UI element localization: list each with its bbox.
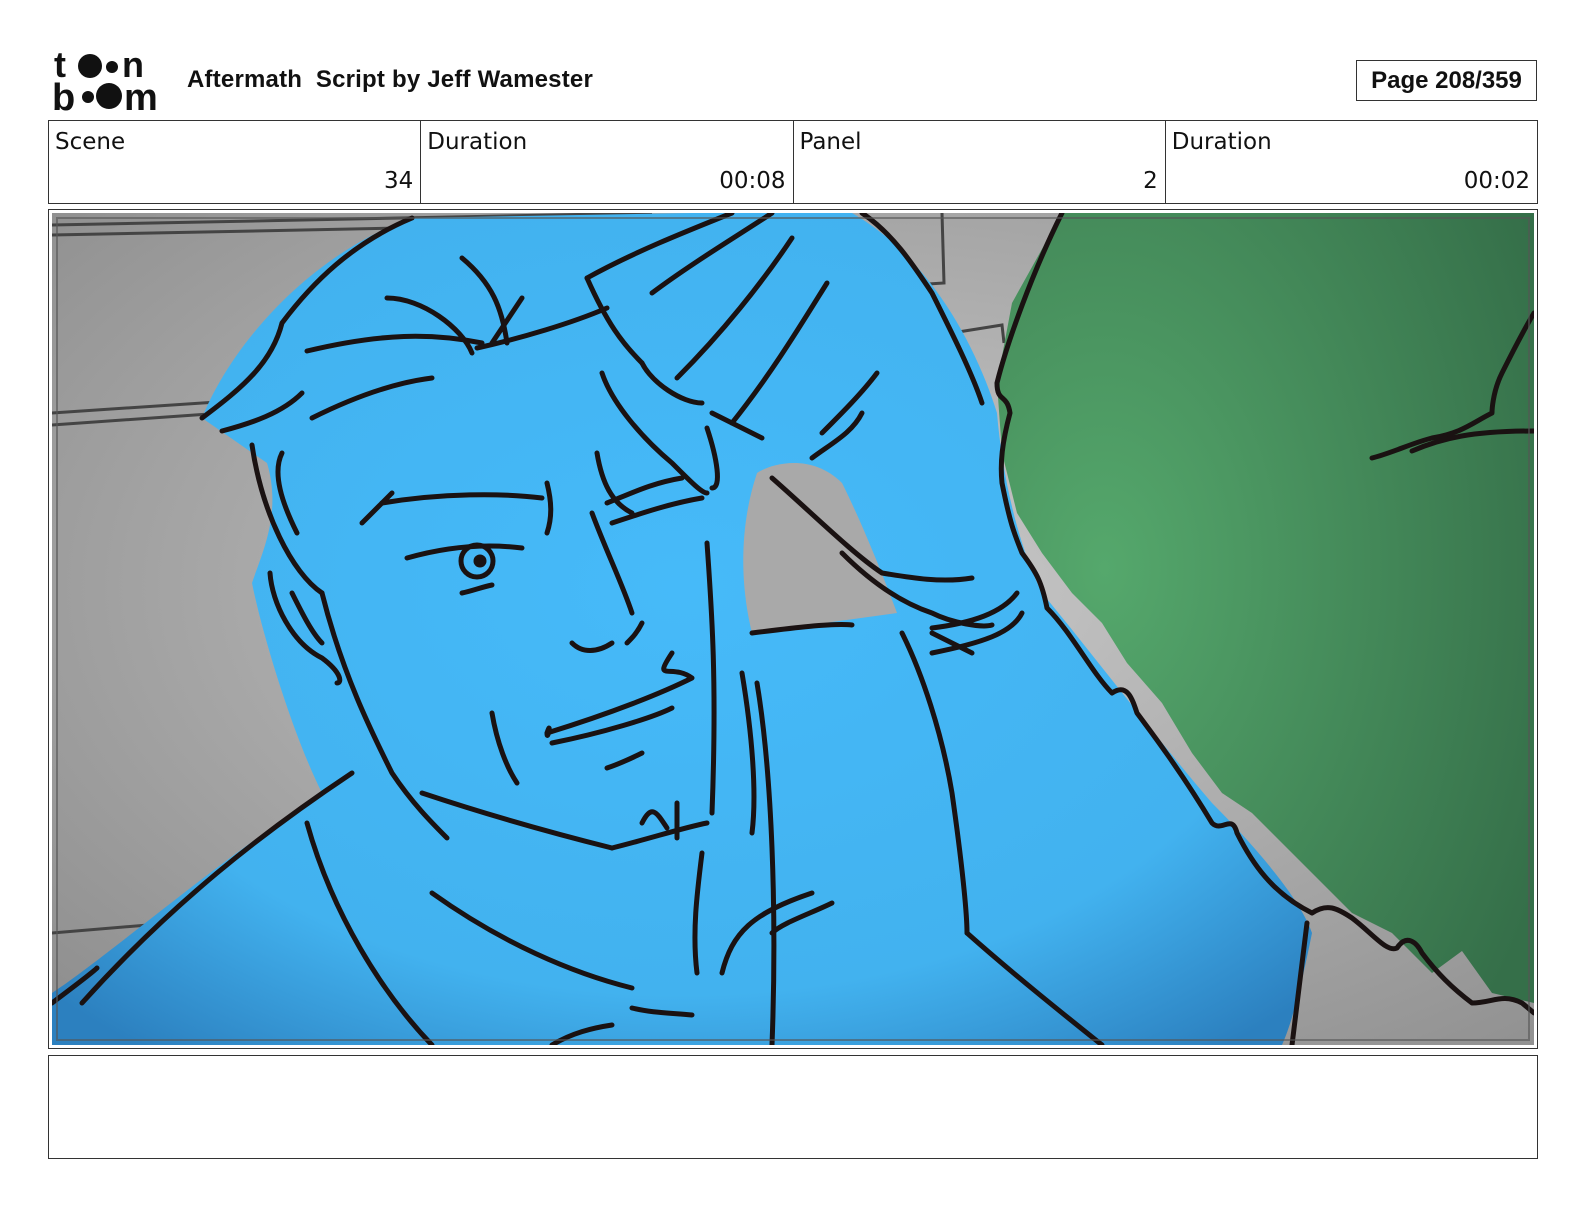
page-number: Page 208/359 [1356,60,1537,101]
svg-text:m: m [124,77,158,114]
scene-duration-label: Duration [427,129,528,155]
panel-label: Panel [799,129,862,155]
svg-text:b: b [52,77,75,114]
panel-value: 2 [1143,168,1158,194]
scene-value: 34 [383,168,414,194]
scene-duration-cell: Duration 00:08 [421,121,794,203]
panel-cell: Panel 2 [794,121,1166,203]
panel-caption-box [48,1055,1538,1159]
toon-boom-logo: t n b m [50,44,168,119]
scene-label: Scene [55,129,126,155]
scene-duration-value: 00:08 [719,168,786,194]
panel-duration-value: 00:02 [1463,168,1530,194]
storyboard-panel [48,209,1538,1049]
panel-duration-cell: Duration 00:02 [1166,121,1537,203]
scene-cell: Scene 34 [49,121,422,203]
panel-duration-label: Duration [1171,129,1272,155]
panel-info-row: Scene 34 Duration 00:08 Panel 2 Duration… [48,120,1538,204]
panel-drawing [52,213,1534,1045]
document-title: Aftermath Script by Jeff Wamester [187,66,594,93]
